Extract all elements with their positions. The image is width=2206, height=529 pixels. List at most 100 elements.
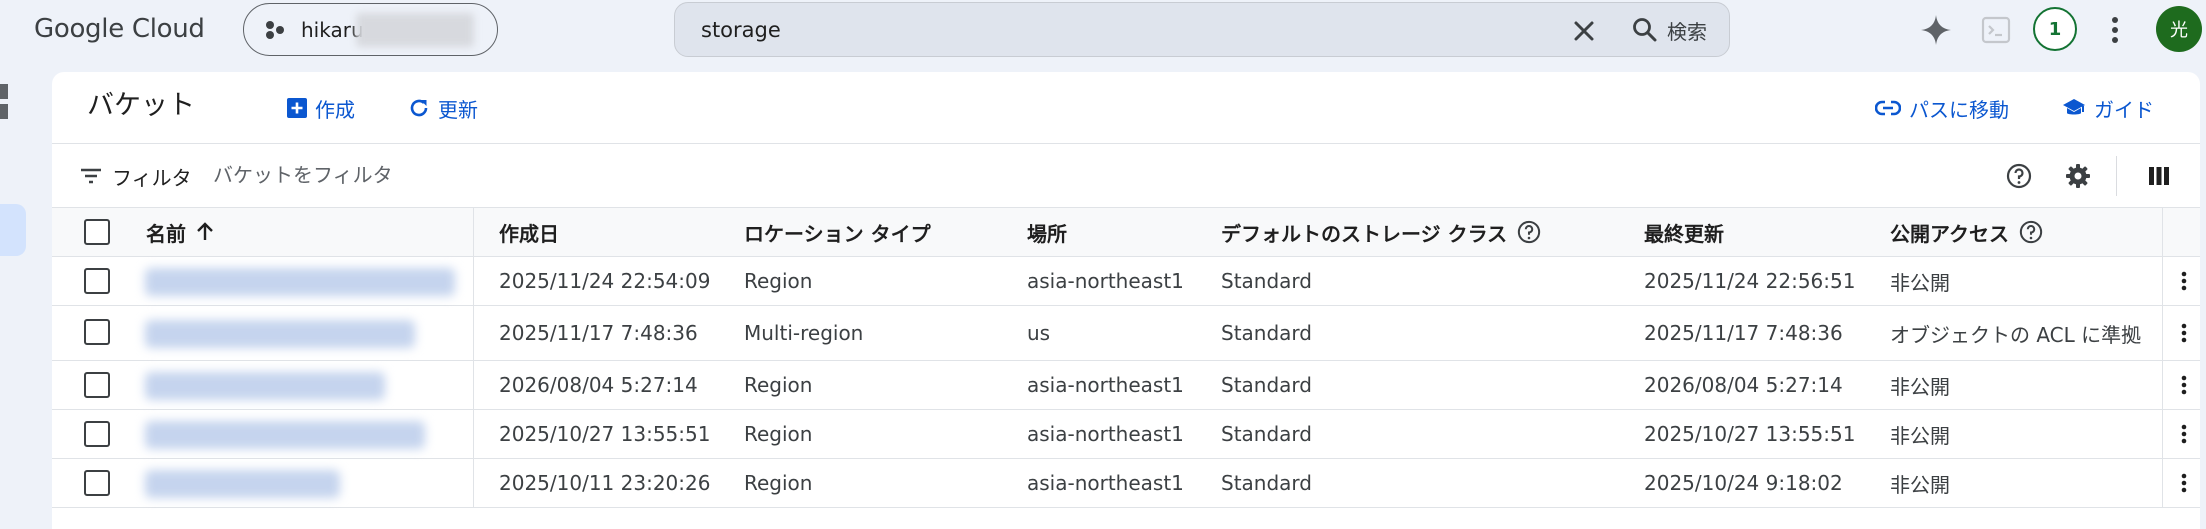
filter-bar: フィルタ (52, 144, 2200, 208)
table-row: 2025/11/24 22:54:09 Region asia-northeas… (52, 257, 2200, 306)
bucket-name-link-redacted[interactable] (145, 421, 425, 449)
project-picker[interactable]: hikaru (243, 3, 498, 56)
notifications-badge[interactable]: 1 (2033, 7, 2077, 51)
header-public-access-label: 公開アクセス (1890, 221, 2009, 246)
row-checkbox[interactable] (84, 421, 110, 447)
create-bucket-button[interactable]: 作成 (287, 92, 355, 124)
column-divider (473, 361, 474, 409)
search-button[interactable]: 検索 (1631, 13, 1707, 47)
table-row: 2025/11/17 7:48:36 Multi-region us Stand… (52, 306, 2200, 361)
more-vert-icon (2181, 271, 2187, 291)
row-actions-button[interactable] (2172, 471, 2196, 495)
toolbar-divider (2116, 156, 2117, 196)
refresh-label: 更新 (438, 97, 478, 122)
column-divider (2162, 257, 2163, 305)
cloud-shell-icon (1981, 16, 2011, 44)
column-divider (473, 459, 474, 507)
bucket-name-link-redacted[interactable] (145, 372, 385, 400)
cell-location-type: Region (744, 269, 813, 293)
gemini-button[interactable] (1918, 12, 1954, 48)
cell-location: asia-northeast1 (1027, 422, 1184, 446)
select-all-checkbox[interactable] (84, 219, 110, 245)
cell-location: asia-northeast1 (1027, 269, 1184, 293)
column-divider (473, 306, 474, 360)
more-vert-icon (2181, 424, 2187, 444)
column-divider (2162, 459, 2163, 507)
cell-updated: 2025/11/17 7:48:36 (1644, 321, 1843, 345)
cell-location-type: Region (744, 422, 813, 446)
cell-public-access: 非公開 (1890, 270, 1950, 295)
row-checkbox[interactable] (84, 372, 110, 398)
account-avatar[interactable]: 光 (2156, 6, 2202, 52)
cloud-shell-button[interactable] (1978, 12, 2014, 48)
view-column-icon (2149, 167, 2169, 185)
more-vert-icon (2181, 473, 2187, 493)
cell-updated: 2026/08/04 5:27:14 (1644, 373, 1843, 397)
table-row: 2025/10/27 13:55:51 Region asia-northeas… (52, 410, 2200, 459)
header-name[interactable]: 名前 (146, 208, 214, 256)
row-actions-button[interactable] (2172, 321, 2196, 345)
refresh-icon (410, 99, 428, 117)
header-location[interactable]: 場所 (1027, 208, 1067, 256)
cell-storage-class: Standard (1221, 269, 1312, 293)
cell-location: us (1027, 321, 1051, 345)
clear-search-icon[interactable] (1568, 15, 1600, 47)
help-icon (2006, 163, 2032, 189)
column-divider (473, 257, 474, 305)
gemini-icon (1921, 15, 1951, 45)
column-display-button[interactable] (2144, 161, 2174, 191)
arrow-upward-icon (197, 222, 213, 240)
table-settings-button[interactable] (2063, 161, 2093, 191)
cell-public-access: 非公開 (1890, 374, 1950, 399)
search-input[interactable] (701, 15, 1481, 45)
cell-storage-class: Standard (1221, 321, 1312, 345)
row-actions-button[interactable] (2172, 422, 2196, 446)
help-button[interactable] (2004, 161, 2034, 191)
nav-item-selected[interactable] (0, 204, 26, 256)
column-divider (2162, 361, 2163, 409)
bucket-name-link-redacted[interactable] (145, 320, 415, 348)
filter-button[interactable]: フィルタ (80, 160, 192, 192)
row-checkbox[interactable] (84, 470, 110, 496)
cell-updated: 2025/10/27 13:55:51 (1644, 422, 1856, 446)
help-icon[interactable] (1517, 220, 1541, 244)
search-bar: 検索 (674, 2, 1730, 57)
goto-path-button[interactable]: パスに移動 (1875, 92, 2009, 124)
help-icon[interactable] (2019, 220, 2043, 244)
row-actions-button[interactable] (2172, 269, 2196, 293)
bucket-name-link-redacted[interactable] (145, 268, 455, 296)
cell-location: asia-northeast1 (1027, 373, 1184, 397)
refresh-button[interactable]: 更新 (408, 92, 478, 124)
row-checkbox[interactable] (84, 319, 110, 345)
more-vert-icon (2112, 17, 2118, 43)
table-row: 2025/10/11 23:20:26 Region asia-northeas… (52, 459, 2200, 508)
project-name: hikaru (301, 18, 364, 42)
cell-created: 2025/10/27 13:55:51 (499, 422, 711, 446)
filter-input[interactable] (213, 158, 713, 192)
filter-label: フィルタ (112, 165, 192, 190)
column-divider (2162, 306, 2163, 360)
guide-button[interactable]: ガイド (2062, 92, 2154, 124)
header-updated[interactable]: 最終更新 (1644, 208, 1724, 256)
column-divider (2162, 410, 2163, 458)
header-location-type[interactable]: ロケーション タイプ (744, 208, 931, 256)
header-storage-class[interactable]: デフォルトのストレージ クラス (1221, 208, 1541, 256)
more-options-button[interactable] (2097, 12, 2133, 48)
header-public-access[interactable]: 公開アクセス (1890, 208, 2043, 256)
create-label: 作成 (315, 97, 355, 122)
google-cloud-logo[interactable]: Google Cloud (34, 13, 205, 45)
add-box-icon (287, 98, 307, 118)
cell-created: 2025/11/24 22:54:09 (499, 269, 711, 293)
nav-menu-icon[interactable] (0, 84, 8, 120)
bucket-name-link-redacted[interactable] (145, 470, 340, 498)
cell-created: 2026/08/04 5:27:14 (499, 373, 698, 397)
cell-location: asia-northeast1 (1027, 471, 1184, 495)
gear-icon (2066, 164, 2090, 188)
cell-storage-class: Standard (1221, 471, 1312, 495)
cell-public-access: 非公開 (1890, 472, 1950, 497)
row-actions-button[interactable] (2172, 373, 2196, 397)
guide-label: ガイド (2094, 97, 2154, 122)
cell-storage-class: Standard (1221, 373, 1312, 397)
header-created[interactable]: 作成日 (499, 208, 559, 256)
row-checkbox[interactable] (84, 268, 110, 294)
